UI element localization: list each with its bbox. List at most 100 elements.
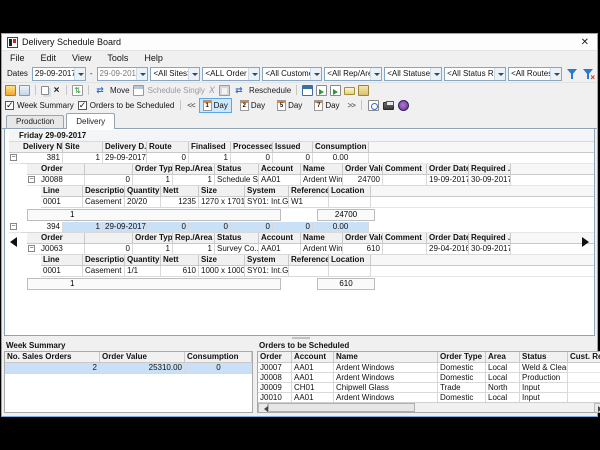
- paste-icon[interactable]: [219, 85, 230, 96]
- print-preview-icon[interactable]: [368, 100, 379, 111]
- col-order-type[interactable]: Order Type: [438, 352, 486, 363]
- collapse-icon[interactable]: −: [28, 176, 35, 183]
- order-type-combo[interactable]: <ALL Order Typ: [202, 67, 260, 81]
- col-order-type[interactable]: Order Type: [133, 164, 173, 175]
- scrollbar-thumb[interactable]: [268, 403, 415, 412]
- next-day-button[interactable]: >>: [348, 101, 355, 110]
- edit-schedule-icon[interactable]: [19, 85, 30, 96]
- col-location[interactable]: Location: [329, 186, 371, 197]
- order-list-row[interactable]: J0008 AA01 Ardent Windows Domestic Local…: [258, 373, 600, 383]
- col-cust-ref[interactable]: Cust. Re: [568, 352, 600, 363]
- col-size[interactable]: Size: [199, 186, 245, 197]
- chevron-down-icon[interactable]: [188, 68, 199, 80]
- properties-icon[interactable]: [358, 85, 369, 96]
- order-list-row[interactable]: J0009 CH01 Chipwell Glass Trade North In…: [258, 383, 600, 393]
- col-name[interactable]: Name: [301, 164, 343, 175]
- col-order-date[interactable]: Order Date: [427, 164, 469, 175]
- order-list-row[interactable]: J0007 AA01 Ardent Windows Domestic Local…: [258, 363, 600, 373]
- move-out-icon[interactable]: [330, 85, 341, 96]
- col-processed[interactable]: Processed: [231, 142, 273, 153]
- col-order-value[interactable]: Order Value: [100, 352, 185, 363]
- day-7-button[interactable]: 7Day: [310, 98, 343, 113]
- col-description[interactable]: Description: [83, 186, 125, 197]
- tab-production[interactable]: Production: [6, 115, 64, 128]
- sites-combo[interactable]: <All Sites>: [150, 67, 200, 81]
- col-comment[interactable]: Comment: [383, 164, 427, 175]
- scroll-right-arrow[interactable]: [582, 237, 594, 247]
- col-reference[interactable]: Reference: [289, 186, 329, 197]
- orders-to-be-scheduled-checkbox[interactable]: Orders to be Scheduled: [78, 101, 175, 110]
- col-account[interactable]: Account: [259, 164, 301, 175]
- apply-filter-icon[interactable]: [566, 68, 578, 80]
- scroll-left-arrow[interactable]: [5, 237, 17, 247]
- col-rep-area[interactable]: Rep./Area: [173, 164, 215, 175]
- cut-icon[interactable]: X: [208, 85, 216, 96]
- horizontal-splitter[interactable]: [2, 336, 597, 340]
- statuses-combo[interactable]: <All Statuses>: [384, 67, 442, 81]
- col-order[interactable]: Order: [258, 352, 292, 363]
- delivery-row-selected[interactable]: − 394 1 29-09-2017 0 0 0 0 0.00: [9, 222, 594, 233]
- col-account[interactable]: Account: [292, 352, 334, 363]
- customers-combo[interactable]: <All Customers>: [262, 67, 322, 81]
- close-button[interactable]: ✕: [578, 37, 592, 48]
- menu-tools[interactable]: Tools: [99, 53, 136, 63]
- splitter-grip-icon[interactable]: [292, 337, 310, 339]
- scroll-right-icon[interactable]: [594, 403, 600, 413]
- new-schedule-icon[interactable]: [5, 85, 16, 96]
- print-icon[interactable]: [383, 102, 394, 110]
- email-icon[interactable]: [344, 87, 355, 95]
- status-range-combo[interactable]: <All Status Range: [444, 67, 506, 81]
- date-to-combo[interactable]: 29-09-2017: [97, 67, 149, 81]
- menu-edit[interactable]: Edit: [33, 53, 65, 63]
- col-order[interactable]: Order: [39, 164, 85, 175]
- move-button[interactable]: Move: [110, 86, 130, 95]
- reschedule-button[interactable]: Reschedule: [249, 86, 291, 95]
- chevron-down-icon[interactable]: [550, 68, 561, 80]
- move-in-icon[interactable]: [316, 85, 327, 96]
- checkbox-checked-icon[interactable]: [5, 101, 14, 110]
- col-status[interactable]: Status: [520, 352, 568, 363]
- col-consumption[interactable]: Consumption: [313, 142, 369, 153]
- day-1-button[interactable]: 1Day: [199, 98, 232, 113]
- checkbox-checked-icon[interactable]: [78, 101, 87, 110]
- scroll-left-icon[interactable]: [258, 403, 268, 413]
- menu-help[interactable]: Help: [136, 53, 171, 63]
- refresh-icon[interactable]: ⇅: [72, 85, 83, 96]
- col-name[interactable]: Name: [334, 352, 438, 363]
- col-status[interactable]: Status: [215, 164, 259, 175]
- line-row[interactable]: 0001 Casement T... 20/20 1235 1270 x 170…: [41, 197, 594, 208]
- col-route[interactable]: Route: [147, 142, 189, 153]
- col-order-value[interactable]: Order Value: [343, 164, 383, 175]
- collapse-icon[interactable]: −: [28, 245, 35, 252]
- line-row[interactable]: 0001 Casement F... 1/1 610 1000 x 1000 S…: [41, 266, 594, 277]
- horizontal-scrollbar[interactable]: [258, 402, 600, 412]
- week-summary-row[interactable]: 2 25310.00 0: [5, 363, 252, 374]
- collapse-icon[interactable]: −: [10, 223, 17, 230]
- menu-view[interactable]: View: [64, 53, 99, 63]
- chevron-down-icon[interactable]: [370, 68, 381, 80]
- schedule-singly-button[interactable]: Schedule Singly: [148, 86, 205, 95]
- collapse-icon[interactable]: −: [10, 154, 17, 161]
- chevron-down-icon[interactable]: [494, 68, 505, 80]
- col-required[interactable]: Required ...: [469, 164, 511, 175]
- day-5-button[interactable]: 5Day: [273, 98, 306, 113]
- week-summary-checkbox[interactable]: Week Summary: [5, 101, 74, 110]
- col-nett[interactable]: Nett: [161, 186, 199, 197]
- tab-delivery[interactable]: Delivery: [66, 113, 115, 129]
- order-row[interactable]: − J0063 0 1 1 Survey Co... AA01 Ardent W…: [27, 244, 594, 255]
- rep-area-combo[interactable]: <All Rep/Area>: [324, 67, 382, 81]
- col-consumption[interactable]: Consumption: [185, 352, 252, 363]
- copy-icon[interactable]: [41, 86, 49, 95]
- order-row[interactable]: − J0088 0 1 1 Schedule S... AA01 Ardent …: [27, 175, 594, 186]
- menu-file[interactable]: File: [2, 53, 33, 63]
- col-site[interactable]: Site: [63, 142, 103, 153]
- chevron-down-icon[interactable]: [248, 68, 259, 80]
- exit-icon[interactable]: [398, 100, 409, 111]
- col-quantity[interactable]: Quantity: [125, 186, 161, 197]
- col-system[interactable]: System: [245, 186, 289, 197]
- chevron-down-icon[interactable]: [430, 68, 441, 80]
- day-2-button[interactable]: 2Day: [236, 98, 269, 113]
- chevron-down-icon[interactable]: [74, 68, 85, 80]
- board-view-icon[interactable]: [302, 85, 313, 96]
- move-icon[interactable]: ⇄: [94, 85, 106, 96]
